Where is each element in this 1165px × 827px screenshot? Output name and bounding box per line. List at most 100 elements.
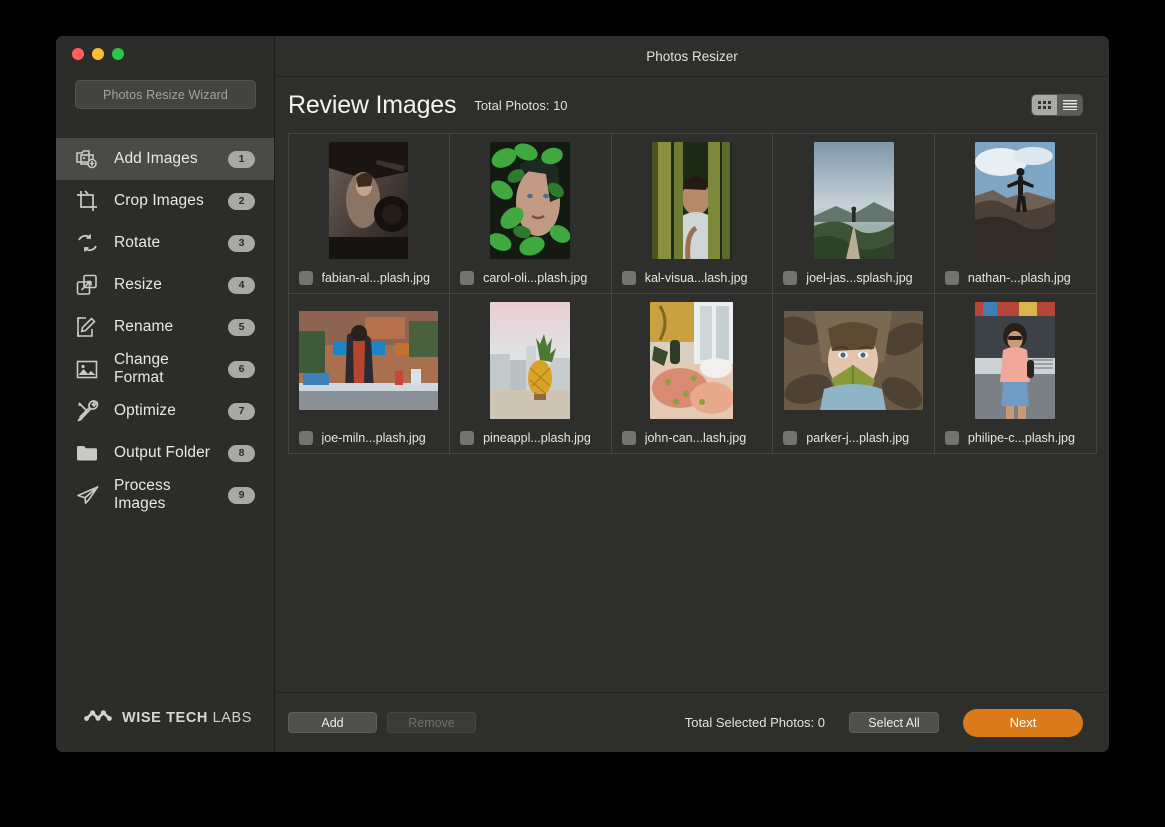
sidebar-item-add-images[interactable]: Add Images 1	[56, 138, 274, 180]
sidebar-item-crop-images[interactable]: Crop Images 2	[56, 180, 274, 222]
thumbnail-container	[935, 294, 1096, 423]
thumbnail-container	[773, 294, 934, 423]
photo-filename: pineappl...plash.jpg	[483, 430, 591, 445]
photo-grid: fabian-al...plash.jpg carol-oli...plash.…	[287, 133, 1097, 454]
photo-card-footer: nathan-...plash.jpg	[935, 263, 1096, 293]
photo-card[interactable]: parker-j...plash.jpg	[772, 292, 935, 454]
photo-card[interactable]: joel-jas...splash.jpg	[772, 133, 935, 294]
photo-thumbnail	[329, 141, 409, 259]
sidebar-item-label: Resize	[114, 276, 162, 293]
photo-card[interactable]: philipe-c...plash.jpg	[933, 292, 1097, 454]
grid-view-icon	[1038, 100, 1051, 109]
sidebar: Photos Resize Wizard Add Images 1 Crop I…	[56, 36, 275, 752]
sidebar-item-output-folder[interactable]: Output Folder 8	[56, 432, 274, 474]
sidebar-item-label: Output Folder	[114, 444, 211, 461]
photo-card[interactable]: fabian-al...plash.jpg	[287, 133, 451, 294]
select-all-button[interactable]: Select All	[849, 712, 939, 733]
brand-footer: WISE TECH LABS	[56, 684, 274, 752]
thumbnail-container	[289, 134, 450, 263]
sidebar-item-badge: 4	[228, 276, 255, 294]
app-window: Photos Resize Wizard Add Images 1 Crop I…	[56, 36, 1109, 752]
sidebar-item-label: Rotate	[114, 234, 161, 251]
photo-thumbnail	[651, 141, 732, 259]
photo-checkbox[interactable]	[298, 270, 313, 285]
remove-button[interactable]: Remove	[387, 712, 476, 733]
sidebar-item-resize[interactable]: Resize 4	[56, 264, 274, 306]
photos-resize-wizard-button[interactable]: Photos Resize Wizard	[75, 80, 256, 109]
add-button[interactable]: Add	[288, 712, 377, 733]
photo-thumbnail	[490, 141, 571, 259]
photo-card[interactable]: nathan-...plash.jpg	[933, 133, 1097, 294]
photo-card-footer: fabian-al...plash.jpg	[289, 263, 450, 293]
crop-icon	[74, 188, 100, 214]
thumbnail-container	[450, 134, 611, 263]
image-icon	[74, 356, 100, 382]
list-view-button[interactable]	[1057, 95, 1082, 115]
photo-thumbnail	[975, 301, 1056, 419]
sidebar-item-label: Process Images	[114, 477, 171, 512]
sidebar-item-badge: 3	[228, 234, 255, 252]
view-toggle	[1031, 94, 1083, 116]
sidebar-nav: Add Images 1 Crop Images 2 Rotate 3 Resi…	[56, 138, 274, 516]
photo-thumbnail	[490, 301, 571, 419]
thumbnail-container	[935, 134, 1096, 263]
photo-checkbox[interactable]	[460, 270, 475, 285]
list-view-icon	[1062, 100, 1077, 110]
photo-card[interactable]: john-can...lash.jpg	[610, 292, 774, 454]
brand-light: LABS	[212, 710, 253, 726]
sidebar-item-badge: 7	[228, 402, 255, 420]
photo-filename: kal-visua...lash.jpg	[644, 270, 748, 285]
photo-checkbox[interactable]	[944, 430, 959, 445]
photo-card[interactable]: kal-visua...lash.jpg	[610, 133, 774, 294]
sidebar-item-rotate[interactable]: Rotate 3	[56, 222, 274, 264]
photo-filename: joe-miln...plash.jpg	[321, 430, 426, 445]
resize-icon	[74, 272, 100, 298]
photo-checkbox[interactable]	[783, 270, 798, 285]
sidebar-item-label: Change Format	[114, 351, 169, 386]
sidebar-item-change-format[interactable]: Change Format 6	[56, 348, 274, 390]
sidebar-item-label: Crop Images	[114, 192, 204, 209]
page-header: Review Images Total Photos: 10	[275, 77, 1109, 133]
window-controls	[56, 36, 274, 72]
photo-thumbnail	[784, 310, 924, 410]
close-button[interactable]	[72, 48, 84, 60]
photo-card-footer: joe-miln...plash.jpg	[289, 423, 450, 453]
sidebar-item-label: Add Images	[114, 150, 198, 167]
page-title: Review Images	[288, 90, 457, 119]
photo-card-footer: pineappl...plash.jpg	[450, 423, 611, 453]
sidebar-item-rename[interactable]: Rename 5	[56, 306, 274, 348]
sidebar-item-optimize[interactable]: Optimize 7	[56, 390, 274, 432]
photo-card-footer: john-can...lash.jpg	[612, 423, 773, 453]
window-title: Photos Resizer	[646, 48, 738, 64]
photo-checkbox[interactable]	[783, 430, 798, 445]
next-button[interactable]: Next	[963, 708, 1083, 737]
photo-checkbox[interactable]	[944, 270, 959, 285]
photo-thumbnail	[299, 310, 439, 410]
photo-card-footer: carol-oli...plash.jpg	[450, 263, 611, 293]
photo-grid-area: fabian-al...plash.jpg carol-oli...plash.…	[275, 133, 1109, 692]
sidebar-item-label: Optimize	[114, 402, 176, 419]
thumbnail-container	[289, 294, 450, 423]
photo-checkbox[interactable]	[460, 430, 475, 445]
sidebar-item-label: Rename	[114, 318, 174, 335]
minimize-button[interactable]	[92, 48, 104, 60]
title-bar: Photos Resizer	[275, 36, 1109, 77]
photo-filename: joel-jas...splash.jpg	[806, 270, 913, 285]
wizard-button-container: Photos Resize Wizard	[56, 72, 274, 109]
photo-filename: nathan-...plash.jpg	[967, 270, 1071, 285]
photo-card[interactable]: pineappl...plash.jpg	[449, 292, 612, 454]
photo-checkbox[interactable]	[621, 430, 636, 445]
sidebar-item-badge: 6	[228, 360, 255, 378]
photo-checkbox[interactable]	[621, 270, 636, 285]
sidebar-item-badge: 8	[228, 444, 255, 462]
photo-card[interactable]: carol-oli...plash.jpg	[449, 133, 612, 294]
photo-filename: john-can...lash.jpg	[644, 430, 747, 445]
photo-checkbox[interactable]	[298, 430, 313, 445]
sidebar-item-process-images[interactable]: Process Images 9	[56, 474, 274, 516]
sidebar-item-badge: 2	[228, 192, 255, 210]
photo-filename: carol-oli...plash.jpg	[483, 270, 588, 285]
photo-card[interactable]: joe-miln...plash.jpg	[287, 292, 451, 454]
grid-view-button[interactable]	[1032, 95, 1057, 115]
maximize-button[interactable]	[112, 48, 124, 60]
